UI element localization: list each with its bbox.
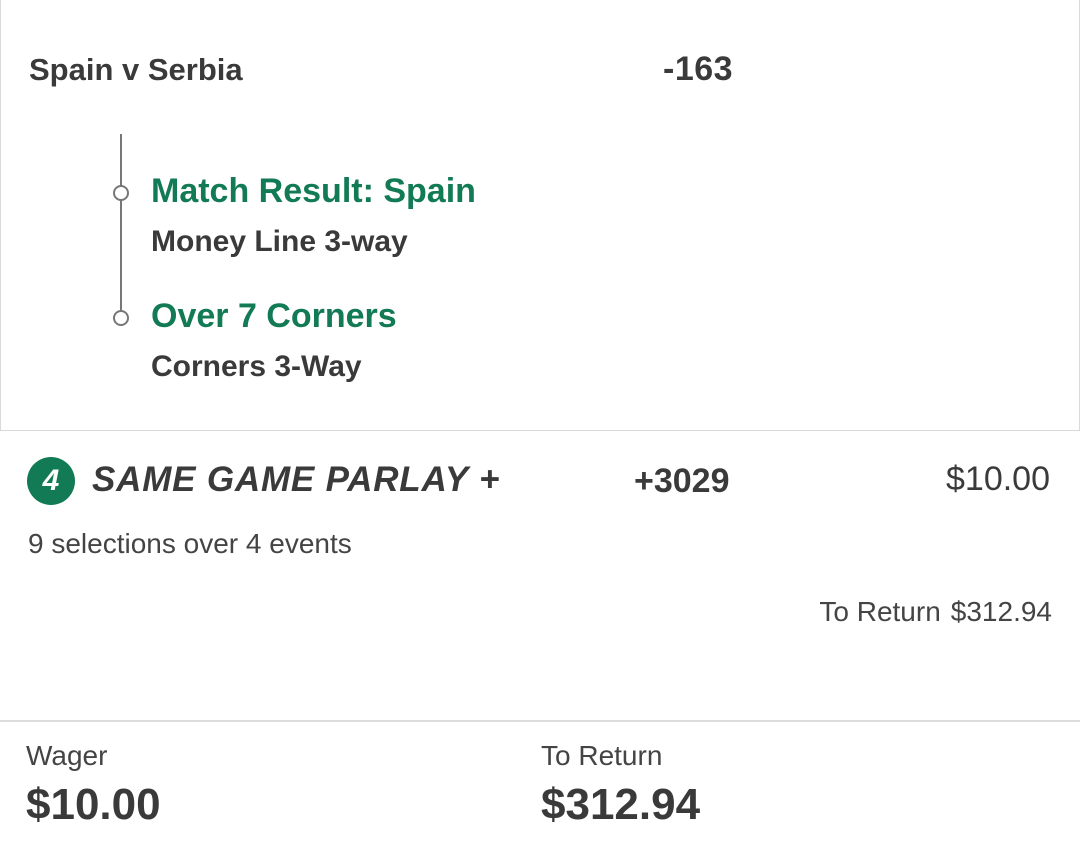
selection-title: Over 7 Corners xyxy=(151,297,397,335)
selection-market: Money Line 3-way xyxy=(151,225,408,258)
parlay-return-label: To Return xyxy=(819,596,941,627)
event-odds: -163 xyxy=(663,50,734,88)
parlay-return-value: $312.94 xyxy=(950,596,1052,627)
event-card: Spain v Serbia -163 Match Result: Spain … xyxy=(0,0,1080,431)
selection-title: Match Result: Spain xyxy=(151,172,476,210)
wager-label: Wager xyxy=(26,740,108,771)
timeline-node-icon xyxy=(113,185,129,201)
parlay-subtitle: 9 selections over 4 events xyxy=(28,528,352,559)
parlay-stake: $10.00 xyxy=(946,460,1050,498)
timeline-node-icon xyxy=(113,310,129,326)
parlay-count-badge: 4 xyxy=(27,457,75,505)
parlay-odds: +3029 xyxy=(634,462,730,500)
selection-market: Corners 3-Way xyxy=(151,350,362,383)
selection-timeline xyxy=(120,134,122,318)
parlay-title: SAME GAME PARLAY + xyxy=(92,460,501,499)
event-title: Spain v Serbia xyxy=(29,52,243,87)
divider xyxy=(0,720,1080,722)
parlay-to-return: To Return $312.94 xyxy=(819,596,1052,628)
wager-value: $10.00 xyxy=(26,780,161,829)
to-return-label: To Return xyxy=(541,740,663,771)
to-return-value: $312.94 xyxy=(541,780,701,829)
